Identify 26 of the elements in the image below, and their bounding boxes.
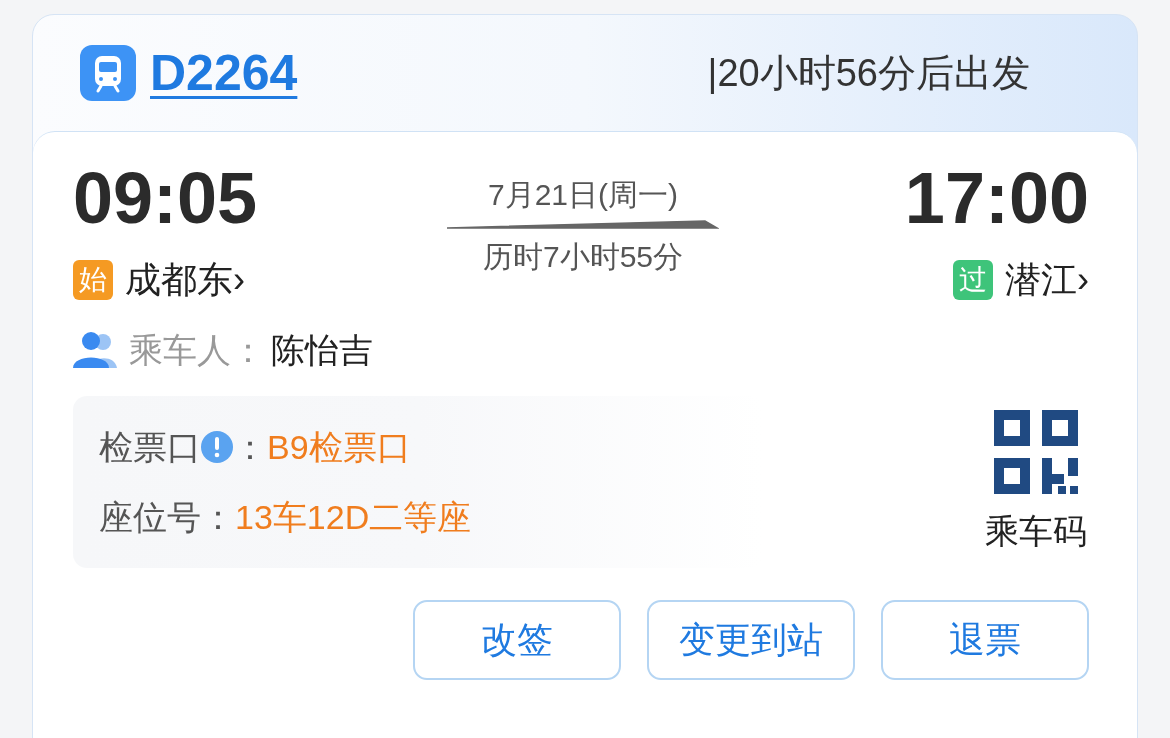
station-badge: 过 — [953, 260, 993, 300]
travel-date: 7月21日(周一) — [487, 180, 678, 210]
arrow-icon — [447, 220, 719, 230]
colon: ： — [233, 430, 267, 464]
qr-code-icon[interactable] — [994, 410, 1078, 494]
train-number-link[interactable]: D2264 — [150, 48, 298, 98]
passenger-name: 陈怡吉 — [271, 333, 373, 367]
info-value: B9检票口 — [267, 430, 411, 464]
people-icon — [73, 330, 119, 370]
info-label: 座位号： — [99, 500, 235, 534]
arrival-time: 17:00 — [904, 162, 1089, 234]
station-link[interactable]: 潜江› — [1005, 262, 1089, 298]
passenger-label: 乘车人： — [129, 333, 265, 367]
train-icon — [80, 45, 136, 101]
travel-duration: 历时7小时55分 — [482, 242, 684, 272]
info-label: 检票口 — [99, 430, 201, 464]
action-button[interactable]: 变更到站 — [647, 600, 855, 680]
qr-code-label: 乘车码 — [985, 514, 1087, 548]
info-value: 13车12D二等座 — [235, 500, 472, 534]
departure-countdown: |20小时56分后出发 — [707, 54, 1030, 92]
info-icon[interactable] — [201, 431, 233, 463]
station-link[interactable]: 成都东› — [125, 262, 245, 298]
departure-time: 09:05 — [73, 162, 259, 234]
action-button[interactable]: 退票 — [881, 600, 1089, 680]
station-badge: 始 — [73, 260, 113, 300]
action-button[interactable]: 改签 — [413, 600, 621, 680]
